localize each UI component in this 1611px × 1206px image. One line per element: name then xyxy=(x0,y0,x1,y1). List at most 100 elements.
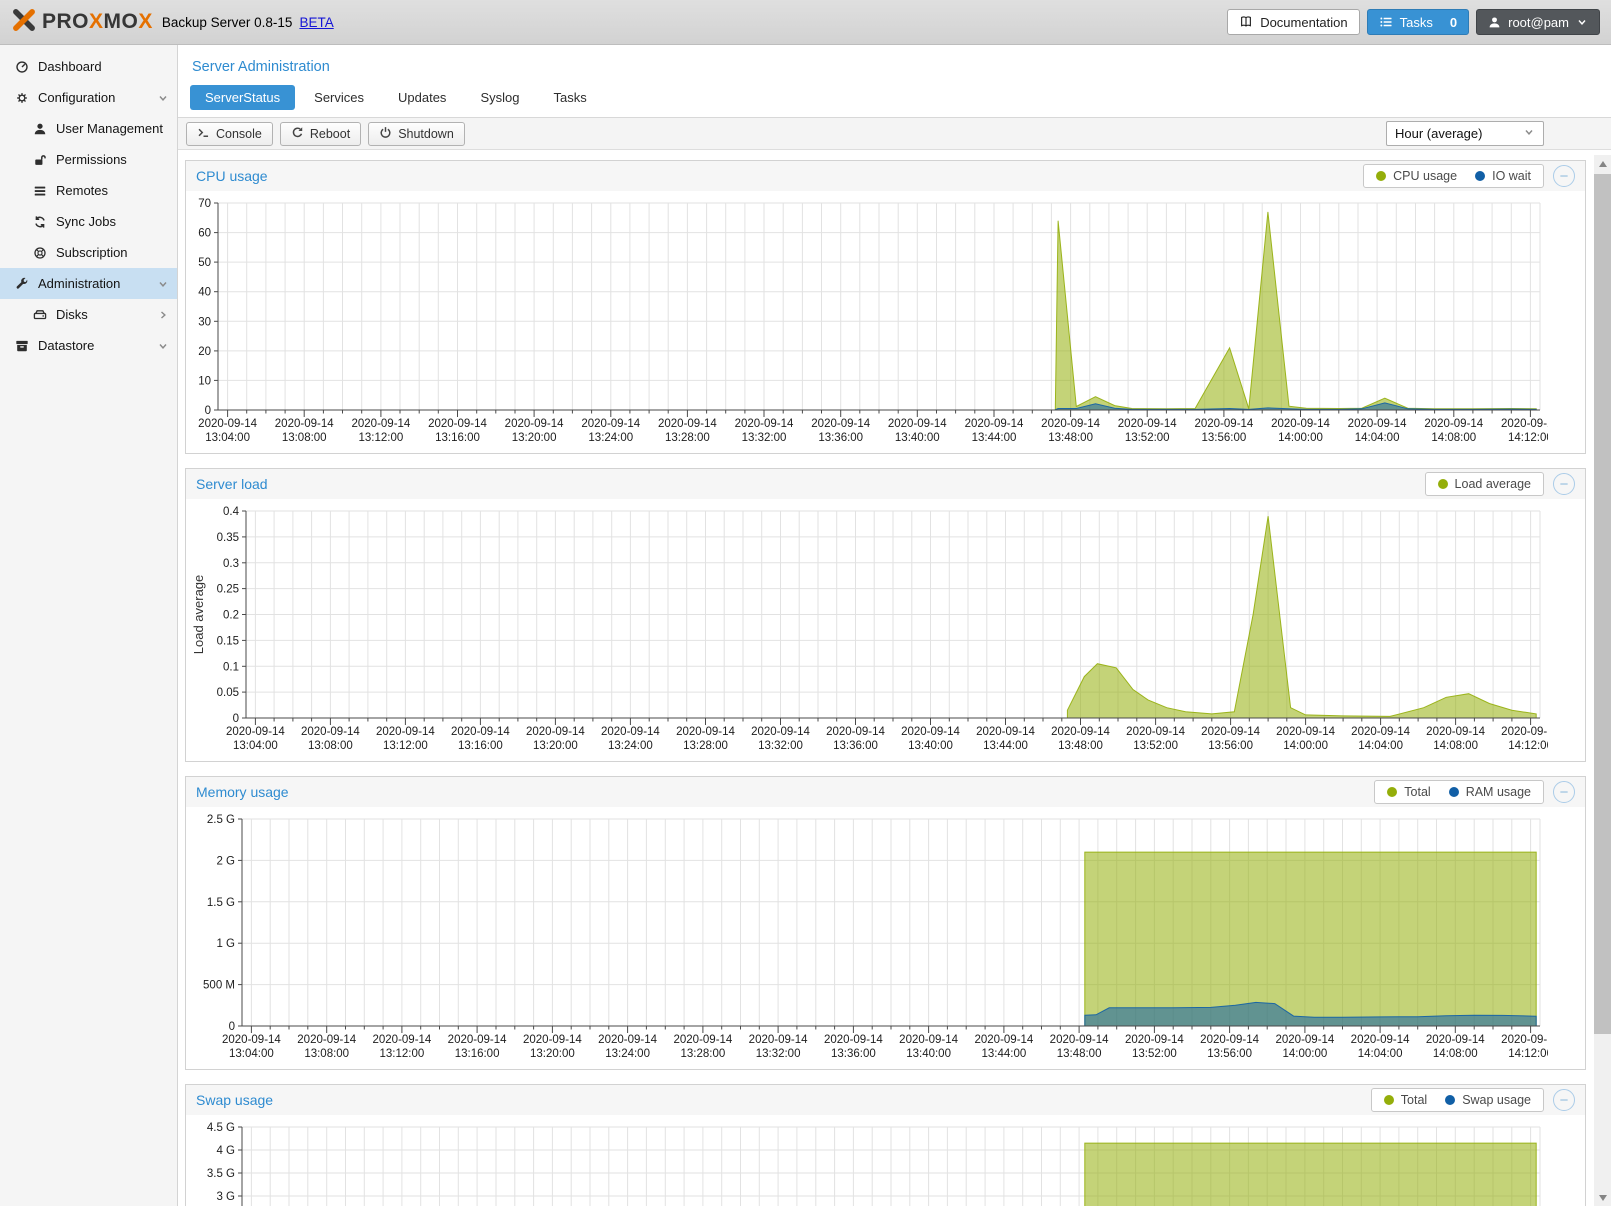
sidebar-item-subscription[interactable]: Subscription xyxy=(0,237,177,268)
user-menu-button[interactable]: root@pam xyxy=(1476,9,1600,35)
svg-text:13:48:00: 13:48:00 xyxy=(1058,740,1103,752)
legend-item[interactable]: Swap usage xyxy=(1445,1093,1531,1107)
documentation-button[interactable]: Documentation xyxy=(1227,9,1359,35)
legend-dot xyxy=(1384,1095,1394,1105)
charts-area: CPU usage CPU usage IO wait − 2020-09-14… xyxy=(178,150,1611,1206)
svg-text:13:52:00: 13:52:00 xyxy=(1132,1048,1177,1060)
svg-text:2020-09-14: 2020-09-14 xyxy=(523,1034,582,1046)
svg-text:13:44:00: 13:44:00 xyxy=(982,1048,1027,1060)
timeframe-select[interactable]: Hour (average) xyxy=(1386,121,1544,146)
scroll-up-arrow-icon[interactable] xyxy=(1594,155,1611,172)
chevron-down-icon xyxy=(157,278,169,290)
sidebar-item-dashboard[interactable]: Dashboard xyxy=(0,51,177,82)
svg-text:1.5 G: 1.5 G xyxy=(207,897,235,909)
panel-title: Swap usage xyxy=(196,1092,273,1108)
svg-text:3.5 G: 3.5 G xyxy=(207,1168,235,1180)
svg-text:13:56:00: 13:56:00 xyxy=(1207,1048,1252,1060)
svg-text:13:20:00: 13:20:00 xyxy=(533,740,578,752)
lifering-icon xyxy=(31,246,48,260)
svg-text:14:08:00: 14:08:00 xyxy=(1431,432,1476,444)
panel-title: Memory usage xyxy=(196,784,289,800)
svg-text:2020-09-14: 2020-09-14 xyxy=(1426,726,1485,738)
scroll-down-arrow-icon[interactable] xyxy=(1594,1189,1611,1206)
svg-text:40: 40 xyxy=(198,287,211,299)
sidebar-item-label: Sync Jobs xyxy=(56,214,116,229)
legend-item[interactable]: CPU usage xyxy=(1376,169,1457,183)
svg-text:2020-09-14: 2020-09-14 xyxy=(901,726,960,738)
tab-syslog[interactable]: Syslog xyxy=(465,85,534,110)
sidebar-item-label: Disks xyxy=(56,307,88,322)
panel-collapse-button[interactable]: − xyxy=(1553,165,1575,187)
tab-serverstatus[interactable]: ServerStatus xyxy=(190,85,295,110)
svg-text:2020-09-14: 2020-09-14 xyxy=(1275,1034,1334,1046)
sidebar-item-configuration[interactable]: Configuration xyxy=(0,82,177,113)
legend-item[interactable]: Total xyxy=(1384,1093,1427,1107)
sidebar-item-administration[interactable]: Administration xyxy=(0,268,177,299)
svg-text:14:00:00: 14:00:00 xyxy=(1283,1048,1328,1060)
sidebar-item-permissions[interactable]: Permissions xyxy=(0,144,177,175)
svg-text:13:08:00: 13:08:00 xyxy=(308,740,353,752)
panel-title: Server load xyxy=(196,476,268,492)
svg-text:14:12:00: 14:12:00 xyxy=(1508,432,1548,444)
legend-item[interactable]: Total xyxy=(1387,785,1430,799)
sidebar-item-datastore[interactable]: Datastore xyxy=(0,330,177,361)
svg-text:13:12:00: 13:12:00 xyxy=(383,740,428,752)
panel-collapse-button[interactable]: − xyxy=(1553,1089,1575,1111)
swap-usage-chart: 2020-09-1413:04:002020-09-1413:08:002020… xyxy=(186,1115,1585,1206)
main-content: Server Administration ServerStatusServic… xyxy=(178,45,1611,1206)
svg-text:2020-09-14: 2020-09-14 xyxy=(888,418,947,430)
panel-collapse-button[interactable]: − xyxy=(1553,781,1575,803)
reboot-button[interactable]: Reboot xyxy=(280,122,361,146)
console-button[interactable]: Console xyxy=(186,122,273,146)
svg-text:13:36:00: 13:36:00 xyxy=(833,740,878,752)
svg-text:13:16:00: 13:16:00 xyxy=(455,1048,500,1060)
svg-text:13:24:00: 13:24:00 xyxy=(605,1048,650,1060)
svg-text:2020-09-14: 2020-09-14 xyxy=(1348,418,1407,430)
svg-text:2020-09-14: 2020-09-14 xyxy=(1271,418,1330,430)
svg-text:13:48:00: 13:48:00 xyxy=(1048,432,1093,444)
svg-text:14:04:00: 14:04:00 xyxy=(1355,432,1400,444)
shutdown-button[interactable]: Shutdown xyxy=(368,122,465,146)
legend-item[interactable]: RAM usage xyxy=(1449,785,1531,799)
svg-text:2020-09-14: 2020-09-14 xyxy=(735,418,794,430)
svg-text:13:04:00: 13:04:00 xyxy=(229,1048,274,1060)
svg-text:2020-09-14: 2020-09-14 xyxy=(751,726,810,738)
svg-text:60: 60 xyxy=(198,228,211,240)
svg-text:2020-09-14: 2020-09-14 xyxy=(1426,1034,1485,1046)
svg-text:2020-09-14: 2020-09-14 xyxy=(198,418,257,430)
svg-text:2020-09-14: 2020-09-14 xyxy=(824,1034,883,1046)
list-bars-icon xyxy=(31,184,48,198)
svg-text:13:24:00: 13:24:00 xyxy=(608,740,653,752)
svg-text:13:28:00: 13:28:00 xyxy=(683,740,728,752)
sidebar-item-label: Subscription xyxy=(56,245,128,260)
svg-text:2020-09-14: 2020-09-14 xyxy=(749,1034,808,1046)
sidebar-item-sync-jobs[interactable]: Sync Jobs xyxy=(0,206,177,237)
svg-text:13:16:00: 13:16:00 xyxy=(458,740,503,752)
archive-icon xyxy=(13,339,30,353)
tab-tasks[interactable]: Tasks xyxy=(538,85,601,110)
person-icon xyxy=(1488,16,1501,29)
unlock-icon xyxy=(31,153,48,167)
wrench-icon xyxy=(13,277,30,291)
proxmox-logo: PROXMOX xyxy=(11,7,153,38)
legend-item[interactable]: IO wait xyxy=(1475,169,1531,183)
vertical-scrollbar[interactable] xyxy=(1594,155,1611,1206)
sidebar-item-user-management[interactable]: User Management xyxy=(0,113,177,144)
beta-link[interactable]: BETA xyxy=(299,15,333,30)
legend: CPU usage IO wait xyxy=(1363,164,1544,188)
tab-updates[interactable]: Updates xyxy=(383,85,461,110)
tab-services[interactable]: Services xyxy=(299,85,379,110)
panel-header: Memory usage Total RAM usage − xyxy=(186,777,1585,807)
legend-item[interactable]: Load average xyxy=(1438,477,1531,491)
sidebar-item-remotes[interactable]: Remotes xyxy=(0,175,177,206)
svg-text:2020-09-14: 2020-09-14 xyxy=(581,418,640,430)
svg-text:2020-09-14: 2020-09-14 xyxy=(526,726,585,738)
svg-text:13:40:00: 13:40:00 xyxy=(906,1048,951,1060)
svg-text:2020-09-14: 2020-09-14 xyxy=(598,1034,657,1046)
tasks-button[interactable]: Tasks 0 xyxy=(1367,9,1469,35)
svg-text:20: 20 xyxy=(198,346,211,358)
panel-collapse-button[interactable]: − xyxy=(1553,473,1575,495)
svg-text:2020-09-14: 2020-09-14 xyxy=(372,1034,431,1046)
scrollbar-thumb[interactable] xyxy=(1594,174,1611,1034)
sidebar-item-disks[interactable]: Disks xyxy=(0,299,177,330)
